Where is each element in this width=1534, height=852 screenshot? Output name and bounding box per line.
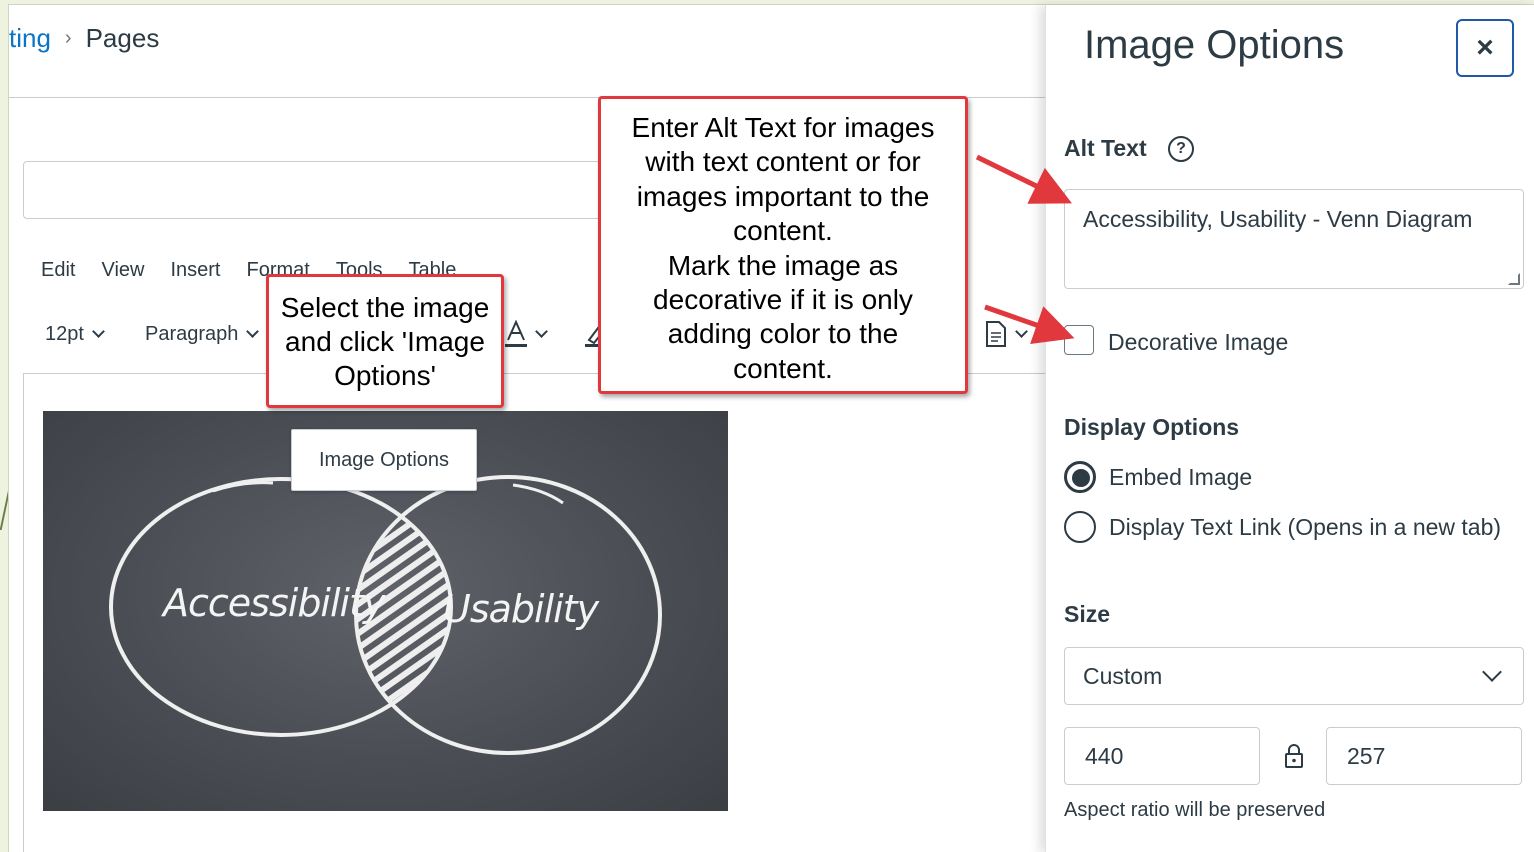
image-options-panel: Image Options × Alt Text ? Accessibility… [1045, 5, 1534, 852]
block-format-value: Paragraph [145, 322, 239, 345]
height-input[interactable]: 257 [1326, 727, 1522, 785]
help-icon[interactable]: ? [1168, 136, 1194, 162]
chevron-right-icon: › [64, 27, 72, 49]
chevron-down-icon [1482, 662, 1502, 682]
text-color-icon [505, 320, 527, 347]
callout-alt-text-help: Enter Alt Text for images with text cont… [598, 96, 968, 394]
aspect-ratio-hint: Aspect ratio will be preserved [1064, 799, 1326, 821]
font-size-value: 12pt [45, 322, 84, 345]
callout-alt-text-help-text: Enter Alt Text for images with text cont… [631, 112, 935, 384]
lock-icon [1285, 744, 1303, 768]
app-window: ting › Pages Edit View Insert Format Too… [8, 4, 1534, 852]
menu-view[interactable]: View [101, 259, 144, 282]
menu-edit[interactable]: Edit [41, 259, 75, 282]
venn-left-label: Accessibility [163, 581, 385, 625]
breadcrumb-current: Pages [85, 23, 160, 53]
embed-image-label[interactable]: Embed Image [1109, 464, 1252, 491]
chevron-down-icon [246, 325, 260, 338]
decorative-image-checkbox[interactable] [1064, 325, 1094, 355]
display-text-link-radio[interactable] [1064, 511, 1096, 543]
chevron-down-icon [92, 325, 105, 338]
alt-text-input[interactable]: Accessibility, Usability - Venn Diagram [1064, 189, 1524, 289]
alt-text-label: Alt Text [1064, 135, 1147, 161]
close-button[interactable]: × [1456, 19, 1514, 77]
text-color-button[interactable] [505, 319, 548, 349]
document-button[interactable] [985, 319, 1028, 349]
callout-select-image-text: Select the image and click 'Image Option… [280, 292, 490, 391]
chevron-down-icon [535, 325, 548, 338]
embed-image-radio[interactable] [1064, 461, 1096, 493]
size-select-value: Custom [1083, 662, 1163, 689]
venn-right-label: Usability [443, 587, 599, 631]
display-options-label: Display Options [1064, 414, 1240, 440]
display-text-link-label[interactable]: Display Text Link (Opens in a new tab) [1109, 514, 1501, 541]
page-title-input[interactable] [23, 161, 623, 219]
block-format-dropdown[interactable]: Paragraph [145, 319, 260, 349]
decorative-image-label[interactable]: Decorative Image [1108, 329, 1288, 356]
callout-select-image: Select the image and click 'Image Option… [266, 274, 504, 408]
font-size-dropdown[interactable]: 12pt [45, 319, 105, 349]
size-select[interactable]: Custom [1064, 647, 1524, 705]
width-input[interactable]: 440 [1064, 727, 1260, 785]
image-options-button[interactable]: Image Options [291, 429, 477, 491]
menu-insert[interactable]: Insert [170, 259, 220, 282]
document-icon [986, 321, 1006, 347]
breadcrumb-parent-link[interactable]: ting [9, 23, 51, 54]
panel-title: Image Options [1084, 23, 1345, 67]
size-label: Size [1064, 601, 1111, 627]
chevron-down-icon [1015, 325, 1028, 338]
breadcrumb: ting › Pages [9, 23, 159, 54]
